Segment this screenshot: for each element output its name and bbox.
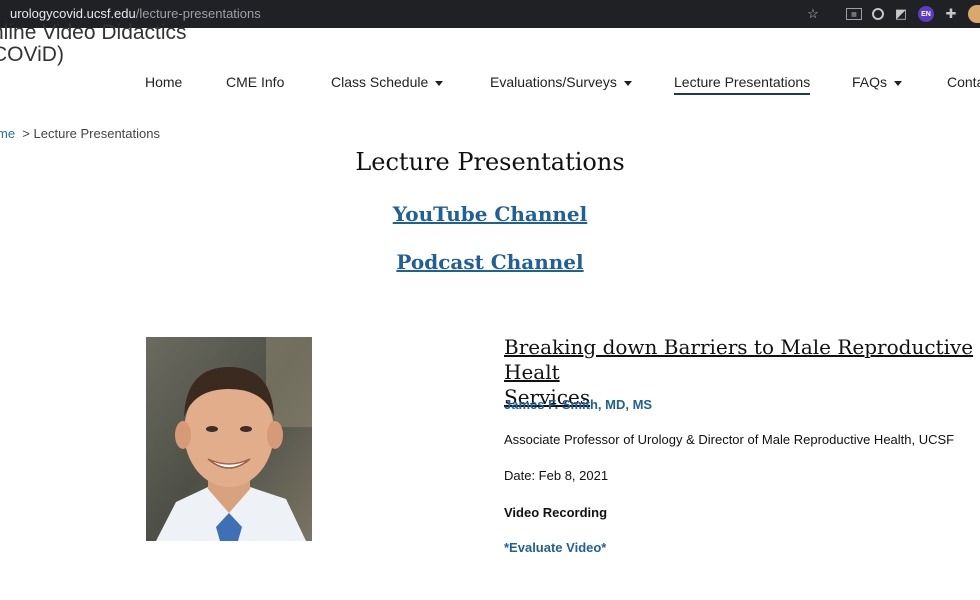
speaker-portrait-graphic <box>146 337 312 541</box>
youtube-channel-container: YouTube Channel <box>0 202 980 226</box>
site-title-line1: nline Video Didactics <box>0 21 187 44</box>
chevron-down-icon <box>623 80 632 86</box>
breadcrumb-current: Lecture Presentations <box>33 126 160 141</box>
puzzle-icon[interactable]: ✚ <box>944 6 958 21</box>
nav-contact[interactable]: Conta <box>947 74 980 90</box>
breadcrumb-home[interactable]: me <box>0 126 15 141</box>
chevron-down-icon <box>894 80 903 86</box>
nav-cme-info-label: CME Info <box>226 74 285 90</box>
nav-lecture-presentations[interactable]: Lecture Presentations <box>674 74 811 95</box>
nav-class-schedule[interactable]: Class Schedule <box>331 74 444 90</box>
nav-faqs[interactable]: FAQs <box>852 74 903 90</box>
nav-home[interactable]: Home <box>145 74 182 90</box>
profile-avatar[interactable] <box>968 5 980 23</box>
nav-faqs-label: FAQs <box>852 74 888 90</box>
nav-home-label: Home <box>145 74 183 90</box>
nav-evaluations-surveys[interactable]: Evaluations/Surveys <box>490 74 632 90</box>
podcast-channel-container: Podcast Channel <box>0 250 980 274</box>
page-title: Lecture Presentations <box>355 148 625 176</box>
lecture-title-line1: Breaking down Barriers to Male Reproduct… <box>504 335 974 384</box>
nav-class-schedule-label: Class Schedule <box>331 74 429 90</box>
extension-grid-icon[interactable]: ▦ <box>846 8 862 20</box>
nav-cme-info[interactable]: CME Info <box>226 74 284 90</box>
translate-extension-icon[interactable]: EN <box>918 6 934 22</box>
speaker-name: James F. Smith, MD, MS <box>504 397 653 412</box>
toolbar-icons: ☆ ▦ ◩ EN ✚ <box>806 0 980 28</box>
chevron-down-icon <box>435 80 444 86</box>
breadcrumb: me > Lecture Presentations <box>0 126 160 141</box>
leaf-extension-icon[interactable]: ◩ <box>894 6 908 21</box>
circle-extension-icon[interactable] <box>872 8 884 20</box>
speaker-affiliation: Associate Professor of Urology & Directo… <box>504 432 955 447</box>
lecture-date: Date: Feb 8, 2021 <box>504 468 609 483</box>
speaker-photo <box>146 337 312 541</box>
url-host: urologycovid.ucsf.edu <box>10 6 136 21</box>
video-recording-label: Video Recording <box>504 505 608 520</box>
nav-contact-label: Conta <box>947 74 980 90</box>
podcast-channel-link[interactable]: Podcast Channel <box>396 250 583 274</box>
star-icon[interactable]: ☆ <box>806 6 820 21</box>
url-path: /lecture-presentations <box>135 6 261 21</box>
translate-label: EN <box>921 10 931 18</box>
breadcrumb-separator: > <box>22 126 30 141</box>
main-nav: Home CME Info Class Schedule Evaluations… <box>0 72 980 98</box>
site-title-line2: COViD) <box>0 43 64 66</box>
evaluate-video-link[interactable]: *Evaluate Video* <box>504 540 606 555</box>
address-bar[interactable]: urologycovid.ucsf.edu/lecture-presentati… <box>10 6 261 21</box>
youtube-channel-link[interactable]: YouTube Channel <box>393 202 588 226</box>
nav-evaluations-label: Evaluations/Surveys <box>490 74 617 90</box>
site-title[interactable]: nline Video Didactics COViD) <box>0 22 187 66</box>
nav-lecture-presentations-label: Lecture Presentations <box>674 74 811 90</box>
